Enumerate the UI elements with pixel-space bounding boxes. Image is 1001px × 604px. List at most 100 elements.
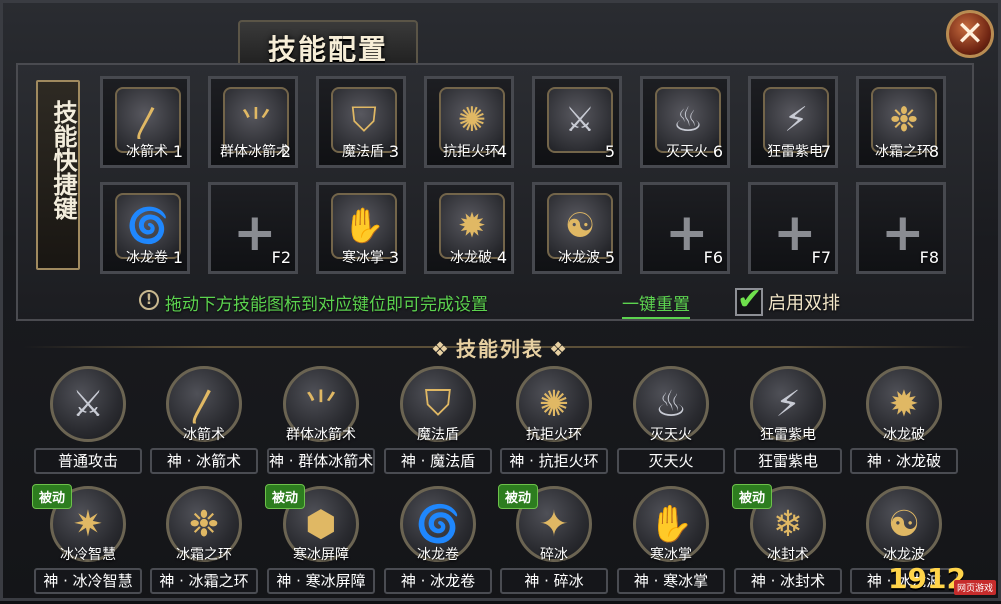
hotkey-slot[interactable]: ⺌群体冰箭术 2 [208, 76, 298, 168]
hotkey-slot[interactable]: + F6 [640, 182, 730, 274]
slot-key-label: F7 [811, 248, 831, 267]
skill-item[interactable]: ⺌群体冰箭术神 · 群体冰箭术 [265, 366, 377, 484]
slot-key-label: 5 [604, 248, 615, 267]
skill-item[interactable]: ❄ 被动 冰封术神 · 冰封术 [732, 484, 844, 604]
skill-name: 寒冰屏障 [293, 547, 349, 563]
side-label-text: 技能快捷键 [49, 100, 77, 220]
dual-row-checkbox[interactable]: ✔ [735, 282, 763, 317]
hotkey-slot[interactable]: ✹ 冰龙破 4 [424, 182, 514, 274]
slot-key-label: F6 [703, 248, 723, 267]
hotkey-side-label: 技能快捷键 [36, 80, 80, 270]
slot-key-label: 6 [712, 142, 723, 161]
skill-label: 灭天火 [617, 448, 725, 474]
plus-icon: + [233, 203, 277, 263]
hotkey-slot[interactable]: ♨ 灭天火 6 [640, 76, 730, 168]
skill-item[interactable]: ⛉ 魔法盾神 · 魔法盾 [382, 366, 494, 484]
skill-name: 冰龙波 [883, 547, 925, 563]
passive-badge: 被动 [32, 484, 73, 509]
skill-name: 狂雷紫电 [760, 427, 816, 443]
hotkey-slot[interactable]: ⚔ 5 [532, 76, 622, 168]
sword-icon: ⚔ [547, 87, 613, 153]
skill-item[interactable]: ❉ 冰霜之环神 · 冰霜之环 [148, 486, 260, 604]
hotkey-slot[interactable]: 〳冰箭术 1 [100, 76, 190, 168]
skill-label: 神 · 抗拒火环 [500, 448, 608, 474]
skill-item[interactable]: ✹ 冰龙破神 · 冰龙破 [848, 366, 960, 484]
check-icon: ✔ [737, 282, 763, 317]
hotkey-slot[interactable]: ⛉ 魔法盾 3 [316, 76, 406, 168]
info-icon: ! [139, 290, 159, 310]
slot-key-label: 8 [928, 142, 939, 161]
skill-item[interactable]: ⚔ 普通攻击 [32, 366, 144, 484]
skill-item[interactable]: ⚡ 狂雷紫电 狂雷紫电 [732, 366, 844, 484]
slot-key-label: 4 [496, 248, 507, 267]
hint-text: 拖动下方技能图标到对应键位即可完成设置 [165, 295, 488, 315]
plus-icon: + [881, 203, 925, 263]
reset-button[interactable]: 一键重置 [622, 290, 690, 319]
skill-label: 神 · 冰封术 [734, 568, 842, 594]
slot-key-label: 4 [496, 142, 507, 161]
skill-item[interactable]: 〳冰箭术神 · 冰箭术 [148, 366, 260, 484]
skill-name: 冰龙卷 [417, 547, 459, 563]
skill-item[interactable]: ♨ 灭天火 灭天火 [615, 366, 727, 484]
hotkey-slot[interactable]: ☯ 冰龙波 5 [532, 182, 622, 274]
hotkey-slot[interactable]: 🌀 冰龙卷 1 [100, 182, 190, 274]
hotkey-slot[interactable]: + F2 [208, 182, 298, 274]
slot-key-label: 1 [172, 248, 183, 267]
hotkey-slot[interactable]: ⚡ 狂雷紫电 7 [748, 76, 838, 168]
skill-label: 神 · 寒冰屏障 [267, 568, 375, 594]
skill-label: 神 · 冰龙卷 [384, 568, 492, 594]
skill-label: 神 · 魔法盾 [384, 448, 492, 474]
skill-item[interactable]: ✷ 被动 冰冷智慧神 · 冰冷智慧 [32, 484, 144, 604]
skill-item[interactable]: ✺ 抗拒火环神 · 抗拒火环 [498, 366, 610, 484]
skill-item[interactable]: ✋ 寒冰掌神 · 寒冰掌 [615, 486, 727, 604]
skill-label: 神 · 冰霜之环 [150, 568, 258, 594]
skill-item[interactable]: 🌀 冰龙卷神 · 冰龙卷 [382, 486, 494, 604]
hotkey-slot[interactable]: ❉ 冰霜之环 8 [856, 76, 946, 168]
slot-key-label: 3 [388, 142, 399, 161]
ornament-right-icon: ❖ [549, 337, 570, 361]
skill-label: 狂雷紫电 [734, 448, 842, 474]
skill-name: 冰箭术 [183, 427, 225, 443]
skill-list-header: ❖ 技能列表 ❖ [300, 333, 700, 362]
skill-name: 冰冷智慧 [60, 547, 116, 563]
plus-icon: + [665, 203, 709, 263]
slot-key-label: 2 [280, 142, 291, 161]
skill-label: 神 · 冰龙破 [850, 448, 958, 474]
passive-badge: 被动 [265, 484, 306, 509]
skill-list-title: 技能列表 [456, 337, 544, 361]
passive-badge: 被动 [498, 484, 539, 509]
skill-label: 神 · 寒冰掌 [617, 568, 725, 594]
slot-key-label: 7 [820, 142, 831, 161]
skill-label: 普通攻击 [34, 448, 142, 474]
slot-key-label: 5 [604, 142, 615, 161]
sword-icon: ⚔ [50, 366, 126, 442]
hotkey-slot[interactable]: + F8 [856, 182, 946, 274]
dual-row-label: 启用双排 [768, 293, 840, 314]
window-title: 技能配置 [267, 33, 388, 66]
skill-label: 神 · 冰冷智慧 [34, 568, 142, 594]
slot-key-label: F8 [919, 248, 939, 267]
slot-key-label: 3 [388, 248, 399, 267]
passive-badge: 被动 [732, 484, 773, 509]
skill-name: 魔法盾 [417, 427, 459, 443]
slot-key-label: 1 [172, 142, 183, 161]
ornament-left-icon: ❖ [430, 337, 451, 361]
slot-key-label: F2 [271, 248, 291, 267]
skill-name: 寒冰掌 [650, 547, 692, 563]
skill-name: 抗拒火环 [526, 427, 582, 443]
skill-item[interactable]: ⬢ 被动 寒冰屏障神 · 寒冰屏障 [265, 484, 377, 604]
skill-label: 神 · 冰箭术 [150, 448, 258, 474]
hotkey-slot[interactable]: ✋ 寒冰掌 3 [316, 182, 406, 274]
close-button[interactable]: ✕ [946, 10, 994, 58]
skill-label: 神 · 群体冰箭术 [267, 448, 375, 474]
skill-name: 冰龙破 [883, 427, 925, 443]
hotkey-slot[interactable]: + F7 [748, 182, 838, 274]
skill-name: 灭天火 [650, 427, 692, 443]
plus-icon: + [773, 203, 817, 263]
skill-item[interactable]: ✦ 被动 碎冰神 · 碎冰 [498, 484, 610, 604]
skill-name: 冰霜之环 [176, 547, 232, 563]
site-logo-tag: 网页游戏 [954, 580, 997, 595]
skill-name: 冰封术 [767, 547, 809, 563]
hotkey-slot[interactable]: ✺ 抗拒火环 4 [424, 76, 514, 168]
skill-name: 碎冰 [540, 547, 568, 563]
